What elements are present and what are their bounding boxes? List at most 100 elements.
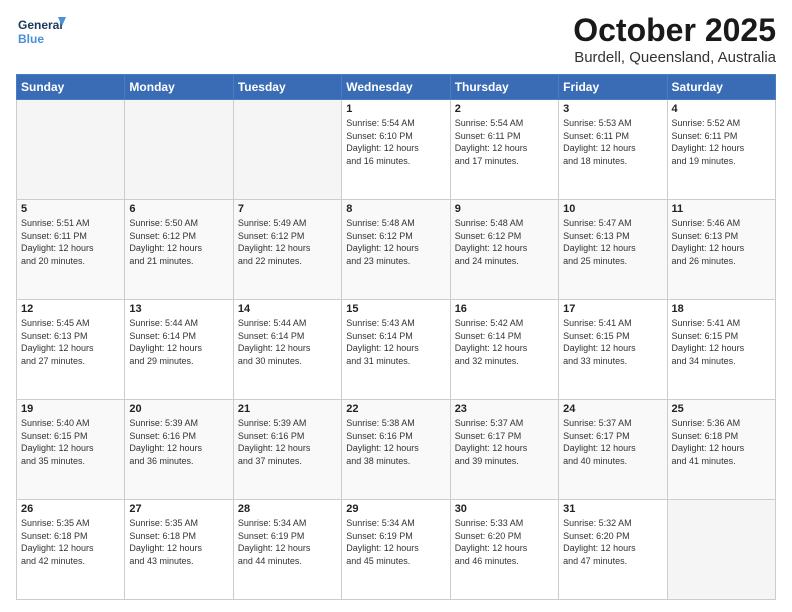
calendar-day-cell: 16 Sunrise: 5:42 AM Sunset: 6:14 PM Dayli… bbox=[450, 300, 558, 400]
calendar-day-cell: 9 Sunrise: 5:48 AM Sunset: 6:12 PM Daylig… bbox=[450, 200, 558, 300]
day-info: Sunrise: 5:54 AM Sunset: 6:11 PM Dayligh… bbox=[455, 117, 554, 167]
day-number: 3 bbox=[563, 103, 662, 115]
day-info: Sunrise: 5:41 AM Sunset: 6:15 PM Dayligh… bbox=[563, 317, 662, 367]
day-number: 25 bbox=[672, 403, 771, 415]
calendar-week-row: 19 Sunrise: 5:40 AM Sunset: 6:15 PM Dayli… bbox=[17, 400, 776, 500]
day-number: 1 bbox=[346, 103, 445, 115]
weekday-header: Monday bbox=[125, 75, 233, 100]
calendar-week-row: 5Sunrise: 5:51 AM Sunset: 6:11 PM Daylig… bbox=[17, 200, 776, 300]
calendar-day-cell: 27 Sunrise: 5:35 AM Sunset: 6:18 PM Dayli… bbox=[125, 500, 233, 600]
calendar-table: SundayMondayTuesdayWednesdayThursdayFrid… bbox=[16, 74, 776, 600]
day-number: 9 bbox=[455, 203, 554, 215]
day-info: Sunrise: 5:32 AM Sunset: 6:20 PM Dayligh… bbox=[563, 517, 662, 567]
day-number: 30 bbox=[455, 503, 554, 515]
day-info: Sunrise: 5:54 AM Sunset: 6:10 PM Dayligh… bbox=[346, 117, 445, 167]
day-info: Sunrise: 5:34 AM Sunset: 6:19 PM Dayligh… bbox=[346, 517, 445, 567]
day-info: Sunrise: 5:35 AM Sunset: 6:18 PM Dayligh… bbox=[129, 517, 228, 567]
day-info: Sunrise: 5:52 AM Sunset: 6:11 PM Dayligh… bbox=[672, 117, 771, 167]
day-number: 21 bbox=[238, 403, 337, 415]
calendar-day-cell bbox=[17, 100, 125, 200]
day-number: 17 bbox=[563, 303, 662, 315]
day-info: Sunrise: 5:45 AM Sunset: 6:13 PM Dayligh… bbox=[21, 317, 120, 367]
day-info: Sunrise: 5:44 AM Sunset: 6:14 PM Dayligh… bbox=[238, 317, 337, 367]
logo-svg: General Blue bbox=[16, 12, 66, 52]
calendar-day-cell: 12 Sunrise: 5:45 AM Sunset: 6:13 PM Dayli… bbox=[17, 300, 125, 400]
calendar-day-cell bbox=[667, 500, 775, 600]
weekday-header: Saturday bbox=[667, 75, 775, 100]
month-title: October 2025 bbox=[573, 12, 776, 49]
calendar-day-cell: 22Sunrise: 5:38 AM Sunset: 6:16 PM Dayli… bbox=[342, 400, 450, 500]
svg-text:Blue: Blue bbox=[18, 32, 44, 46]
day-info: Sunrise: 5:46 AM Sunset: 6:13 PM Dayligh… bbox=[672, 217, 771, 267]
calendar-day-cell: 28 Sunrise: 5:34 AM Sunset: 6:19 PM Dayli… bbox=[233, 500, 341, 600]
calendar-day-cell: 6Sunrise: 5:50 AM Sunset: 6:12 PM Daylig… bbox=[125, 200, 233, 300]
svg-text:General: General bbox=[18, 18, 63, 32]
day-info: Sunrise: 5:39 AM Sunset: 6:16 PM Dayligh… bbox=[129, 417, 228, 467]
day-info: Sunrise: 5:36 AM Sunset: 6:18 PM Dayligh… bbox=[672, 417, 771, 467]
day-info: Sunrise: 5:41 AM Sunset: 6:15 PM Dayligh… bbox=[672, 317, 771, 367]
calendar-week-row: 1 Sunrise: 5:54 AM Sunset: 6:10 PM Daylig… bbox=[17, 100, 776, 200]
day-number: 26 bbox=[21, 503, 120, 515]
day-number: 12 bbox=[21, 303, 120, 315]
page: General Blue October 2025 Burdell, Queen… bbox=[0, 0, 792, 612]
day-number: 28 bbox=[238, 503, 337, 515]
day-number: 29 bbox=[346, 503, 445, 515]
calendar-week-row: 26 Sunrise: 5:35 AM Sunset: 6:18 PM Dayli… bbox=[17, 500, 776, 600]
day-number: 5 bbox=[21, 203, 120, 215]
day-info: Sunrise: 5:42 AM Sunset: 6:14 PM Dayligh… bbox=[455, 317, 554, 367]
weekday-header-row: SundayMondayTuesdayWednesdayThursdayFrid… bbox=[17, 75, 776, 100]
day-info: Sunrise: 5:37 AM Sunset: 6:17 PM Dayligh… bbox=[563, 417, 662, 467]
day-number: 14 bbox=[238, 303, 337, 315]
calendar-day-cell: 11 Sunrise: 5:46 AM Sunset: 6:13 PM Dayli… bbox=[667, 200, 775, 300]
day-info: Sunrise: 5:47 AM Sunset: 6:13 PM Dayligh… bbox=[563, 217, 662, 267]
day-info: Sunrise: 5:43 AM Sunset: 6:14 PM Dayligh… bbox=[346, 317, 445, 367]
day-info: Sunrise: 5:40 AM Sunset: 6:15 PM Dayligh… bbox=[21, 417, 120, 467]
day-number: 10 bbox=[563, 203, 662, 215]
day-number: 13 bbox=[129, 303, 228, 315]
day-number: 2 bbox=[455, 103, 554, 115]
day-number: 20 bbox=[129, 403, 228, 415]
calendar-day-cell: 3Sunrise: 5:53 AM Sunset: 6:11 PM Daylig… bbox=[559, 100, 667, 200]
calendar-day-cell: 1 Sunrise: 5:54 AM Sunset: 6:10 PM Daylig… bbox=[342, 100, 450, 200]
weekday-header: Thursday bbox=[450, 75, 558, 100]
day-number: 4 bbox=[672, 103, 771, 115]
day-number: 15 bbox=[346, 303, 445, 315]
calendar-day-cell: 30 Sunrise: 5:33 AM Sunset: 6:20 PM Dayli… bbox=[450, 500, 558, 600]
day-number: 16 bbox=[455, 303, 554, 315]
calendar-day-cell: 24Sunrise: 5:37 AM Sunset: 6:17 PM Dayli… bbox=[559, 400, 667, 500]
day-info: Sunrise: 5:49 AM Sunset: 6:12 PM Dayligh… bbox=[238, 217, 337, 267]
calendar-day-cell: 23Sunrise: 5:37 AM Sunset: 6:17 PM Dayli… bbox=[450, 400, 558, 500]
calendar-day-cell bbox=[125, 100, 233, 200]
header: General Blue October 2025 Burdell, Queen… bbox=[16, 12, 776, 66]
day-number: 23 bbox=[455, 403, 554, 415]
calendar-day-cell: 31Sunrise: 5:32 AM Sunset: 6:20 PM Dayli… bbox=[559, 500, 667, 600]
day-info: Sunrise: 5:44 AM Sunset: 6:14 PM Dayligh… bbox=[129, 317, 228, 367]
day-number: 6 bbox=[129, 203, 228, 215]
weekday-header: Friday bbox=[559, 75, 667, 100]
calendar-day-cell: 19 Sunrise: 5:40 AM Sunset: 6:15 PM Dayli… bbox=[17, 400, 125, 500]
calendar-day-cell: 15 Sunrise: 5:43 AM Sunset: 6:14 PM Dayli… bbox=[342, 300, 450, 400]
calendar-day-cell: 5Sunrise: 5:51 AM Sunset: 6:11 PM Daylig… bbox=[17, 200, 125, 300]
day-number: 11 bbox=[672, 203, 771, 215]
day-info: Sunrise: 5:38 AM Sunset: 6:16 PM Dayligh… bbox=[346, 417, 445, 467]
day-info: Sunrise: 5:48 AM Sunset: 6:12 PM Dayligh… bbox=[455, 217, 554, 267]
weekday-header: Sunday bbox=[17, 75, 125, 100]
calendar-week-row: 12 Sunrise: 5:45 AM Sunset: 6:13 PM Dayli… bbox=[17, 300, 776, 400]
calendar-day-cell: 17 Sunrise: 5:41 AM Sunset: 6:15 PM Dayli… bbox=[559, 300, 667, 400]
day-info: Sunrise: 5:34 AM Sunset: 6:19 PM Dayligh… bbox=[238, 517, 337, 567]
calendar-day-cell: 25 Sunrise: 5:36 AM Sunset: 6:18 PM Dayli… bbox=[667, 400, 775, 500]
calendar-day-cell: 7Sunrise: 5:49 AM Sunset: 6:12 PM Daylig… bbox=[233, 200, 341, 300]
day-info: Sunrise: 5:33 AM Sunset: 6:20 PM Dayligh… bbox=[455, 517, 554, 567]
logo: General Blue bbox=[16, 12, 66, 52]
day-number: 27 bbox=[129, 503, 228, 515]
calendar-day-cell: 20 Sunrise: 5:39 AM Sunset: 6:16 PM Dayli… bbox=[125, 400, 233, 500]
day-number: 19 bbox=[21, 403, 120, 415]
calendar-day-cell: 10 Sunrise: 5:47 AM Sunset: 6:13 PM Dayli… bbox=[559, 200, 667, 300]
day-info: Sunrise: 5:48 AM Sunset: 6:12 PM Dayligh… bbox=[346, 217, 445, 267]
day-info: Sunrise: 5:39 AM Sunset: 6:16 PM Dayligh… bbox=[238, 417, 337, 467]
day-info: Sunrise: 5:35 AM Sunset: 6:18 PM Dayligh… bbox=[21, 517, 120, 567]
calendar-day-cell bbox=[233, 100, 341, 200]
calendar-day-cell: 29 Sunrise: 5:34 AM Sunset: 6:19 PM Dayli… bbox=[342, 500, 450, 600]
day-number: 18 bbox=[672, 303, 771, 315]
calendar-day-cell: 26 Sunrise: 5:35 AM Sunset: 6:18 PM Dayli… bbox=[17, 500, 125, 600]
